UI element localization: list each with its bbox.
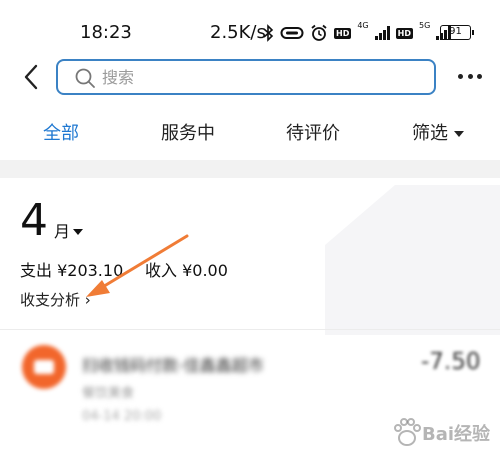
more-dot-icon bbox=[467, 73, 473, 79]
status-time: 18:23 bbox=[80, 22, 132, 43]
network-gen-label: 5G bbox=[418, 21, 431, 30]
tab-filter[interactable]: 筛选 bbox=[412, 121, 464, 147]
hd-badge: HD bbox=[334, 27, 352, 39]
more-dot-icon bbox=[458, 73, 463, 79]
month-unit[interactable]: 月 bbox=[54, 222, 70, 242]
search-placeholder: 搜索 bbox=[102, 68, 135, 87]
month-picker-caret-icon[interactable] bbox=[73, 229, 83, 235]
transaction-title: 扫收钱码付款-佳鑫鑫超市 bbox=[82, 356, 264, 375]
status-icons: HD 4G HD 5G bbox=[262, 21, 452, 44]
tab-pending-review[interactable]: 待评价 bbox=[286, 121, 340, 147]
status-bar: 18:23 2.5K/s HD 4G HD 5G 91 bbox=[0, 0, 500, 62]
signal-icon bbox=[374, 26, 390, 40]
hd-badge: HD bbox=[395, 27, 413, 39]
caret-down-icon bbox=[454, 131, 464, 137]
merchant-avatar-icon bbox=[22, 345, 66, 389]
tab-all[interactable]: 全部 bbox=[43, 121, 79, 147]
back-button[interactable] bbox=[18, 62, 44, 92]
tab-filter-label: 筛选 bbox=[412, 123, 448, 144]
watermark-text: Bai经验 bbox=[422, 424, 491, 445]
baidu-jingyan-watermark: Bai经验 bbox=[388, 408, 500, 458]
income-summary: 收入 ¥0.00 bbox=[145, 261, 228, 280]
battery-icon: 91 bbox=[440, 25, 474, 40]
transaction-amount: -7.50 bbox=[421, 349, 481, 375]
expense-summary: 支出 ¥203.10 bbox=[20, 261, 124, 280]
tab-in-service[interactable]: 服务中 bbox=[161, 121, 215, 147]
more-options-button[interactable] bbox=[458, 64, 482, 88]
chevron-left-icon bbox=[24, 64, 38, 90]
transaction-category: 餐饮美食 bbox=[82, 386, 135, 401]
search-input[interactable]: 搜索 bbox=[56, 59, 436, 95]
vpn-link-icon bbox=[280, 27, 304, 39]
status-net-speed: 2.5K/s bbox=[210, 22, 266, 43]
alarm-icon bbox=[311, 24, 327, 41]
background-hexagon-decoration bbox=[325, 185, 500, 335]
transaction-time: 04-14 20:00 bbox=[82, 409, 162, 424]
bluetooth-icon bbox=[263, 24, 274, 42]
month-number[interactable]: 4 bbox=[20, 196, 48, 246]
search-icon bbox=[75, 68, 95, 88]
network-gen-label: 4G bbox=[357, 21, 369, 30]
section-separator bbox=[0, 160, 500, 178]
more-dot-icon bbox=[477, 73, 482, 79]
income-expense-analysis-link[interactable]: 收支分析 › bbox=[20, 290, 91, 310]
paw-logo-icon bbox=[394, 418, 421, 446]
